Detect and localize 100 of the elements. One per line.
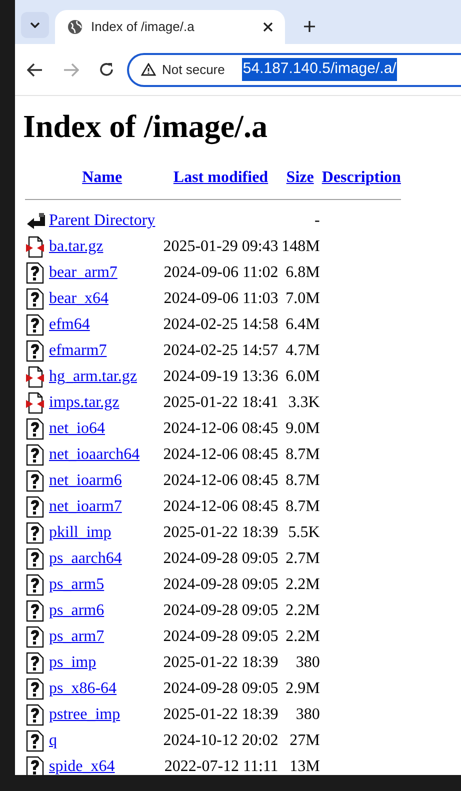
file-size: 5.5K <box>288 524 320 541</box>
modified-date: 2025-01-29 09:43 <box>163 238 278 255</box>
modified-date: 2025-01-22 18:39 <box>163 524 278 541</box>
file-size: 2.2M <box>286 602 320 619</box>
modified-date: 2025-01-22 18:39 <box>163 654 278 671</box>
modified-date: 2024-09-06 11:02 <box>164 264 278 281</box>
file-link[interactable]: efm64 <box>49 316 90 333</box>
file-size: 6.0M <box>286 368 320 385</box>
file-link[interactable]: ps_aarch64 <box>49 550 122 567</box>
security-label[interactable]: Not secure <box>162 60 225 80</box>
back-arrow-icon <box>25 211 47 231</box>
file-link[interactable]: ps_arm6 <box>49 602 104 619</box>
unknown-file-icon <box>25 626 45 648</box>
file-size: 2.2M <box>286 628 320 645</box>
page-heading: Index of /image/.a <box>23 107 268 146</box>
file-link[interactable]: q <box>49 732 57 749</box>
tab-list-button[interactable] <box>21 12 49 38</box>
column-header-link[interactable]: Description <box>322 169 401 186</box>
file-size: 2.9M <box>286 680 320 697</box>
file-link[interactable]: hg_arm.tar.gz <box>49 368 137 385</box>
file-size: 9.0M <box>286 420 320 437</box>
unknown-file-icon <box>25 418 45 440</box>
file-size: 8.7M <box>286 472 320 489</box>
modified-date: 2024-09-28 09:05 <box>163 576 278 593</box>
address-bar[interactable]: Not secure 54.187.140.5/image/.a/ <box>127 52 461 86</box>
file-size: 6.4M <box>286 316 320 333</box>
modified-date: 2024-12-06 08:45 <box>163 472 278 489</box>
file-link[interactable]: ps_arm7 <box>49 628 104 645</box>
back-icon[interactable] <box>27 62 43 76</box>
file-link[interactable]: Parent Directory <box>49 212 156 229</box>
modified-date: 2024-09-06 11:03 <box>164 290 278 307</box>
archive-file-icon <box>25 366 45 388</box>
unknown-file-icon <box>25 340 45 362</box>
unknown-file-icon <box>25 444 45 466</box>
unknown-file-icon <box>25 262 45 284</box>
file-link[interactable]: ps_x86-64 <box>49 680 117 697</box>
file-size: 380 <box>296 706 320 723</box>
unknown-file-icon <box>25 652 45 674</box>
file-size: 2.2M <box>286 576 320 593</box>
unknown-file-icon <box>25 678 45 700</box>
file-size: 2.7M <box>286 550 320 567</box>
tab-title: Index of /image/.a <box>91 18 196 36</box>
file-size: 380 <box>296 654 320 671</box>
unknown-file-icon <box>25 470 45 492</box>
file-size: 4.7M <box>286 342 320 359</box>
file-link[interactable]: ps_arm5 <box>49 576 104 593</box>
globe-icon <box>67 19 83 35</box>
file-link[interactable]: ba.tar.gz <box>49 238 104 255</box>
file-link[interactable]: net_io64 <box>49 420 105 437</box>
file-link[interactable]: ps_imp <box>49 654 96 671</box>
file-link[interactable]: pkill_imp <box>49 524 112 541</box>
plus-icon <box>302 20 316 32</box>
browser-tab[interactable]: Index of /image/.a <box>55 10 285 44</box>
file-size: 8.7M <box>286 446 320 463</box>
file-size: - <box>314 212 320 229</box>
file-size: 8.7M <box>286 498 320 515</box>
modified-date: 2024-02-25 14:58 <box>163 316 278 333</box>
reload-icon[interactable] <box>99 62 114 77</box>
unknown-file-icon <box>25 574 45 596</box>
unknown-file-icon <box>25 314 45 336</box>
unknown-file-icon <box>25 730 45 752</box>
archive-file-icon <box>25 236 45 258</box>
file-link[interactable]: bear_x64 <box>49 290 109 307</box>
column-header-link[interactable]: Size <box>286 169 314 186</box>
modified-date: 2024-09-19 13:36 <box>163 368 278 385</box>
modified-date: 2024-09-28 09:05 <box>163 680 278 697</box>
modified-date: 2024-02-25 14:57 <box>163 342 278 359</box>
modified-date: 2024-12-06 08:45 <box>163 498 278 515</box>
url-text[interactable]: 54.187.140.5/image/.a/ <box>242 58 398 81</box>
modified-date: 2025-01-22 18:41 <box>163 394 278 411</box>
unknown-file-icon <box>25 600 45 622</box>
column-header-link[interactable]: Name <box>82 169 122 186</box>
unknown-file-icon <box>25 522 45 544</box>
modified-date: 2024-12-06 08:45 <box>163 420 278 437</box>
modified-date: 2024-12-06 08:45 <box>163 446 278 463</box>
warning-icon <box>141 63 156 76</box>
file-link[interactable]: efmarm7 <box>49 342 107 359</box>
file-link[interactable]: bear_arm7 <box>49 264 118 281</box>
unknown-file-icon <box>25 704 45 726</box>
file-link[interactable]: imps.tar.gz <box>49 394 120 411</box>
modified-date: 2024-10-12 20:02 <box>163 732 278 749</box>
archive-file-icon <box>25 392 45 414</box>
unknown-file-icon <box>25 548 45 570</box>
file-size: 148M <box>282 238 320 255</box>
column-header-link[interactable]: Last modified <box>173 169 268 186</box>
file-link[interactable]: net_ioaarch64 <box>49 446 140 463</box>
chevron-down-icon <box>30 22 40 28</box>
modified-date: 2022-07-12 11:11 <box>164 758 278 775</box>
file-size: 3.3K <box>288 394 320 411</box>
close-icon[interactable] <box>263 22 273 32</box>
unknown-file-icon <box>25 496 45 518</box>
modified-date: 2025-01-22 18:39 <box>163 706 278 723</box>
file-link[interactable]: pstree_imp <box>49 706 120 723</box>
file-size: 13M <box>290 758 320 775</box>
file-link[interactable]: net_ioarm7 <box>49 498 122 515</box>
modified-date: 2024-09-28 09:05 <box>163 550 278 567</box>
file-link[interactable]: net_ioarm6 <box>49 472 122 489</box>
file-link[interactable]: spide_x64 <box>49 758 115 775</box>
unknown-file-icon <box>25 288 45 310</box>
file-size: 27M <box>290 732 320 749</box>
